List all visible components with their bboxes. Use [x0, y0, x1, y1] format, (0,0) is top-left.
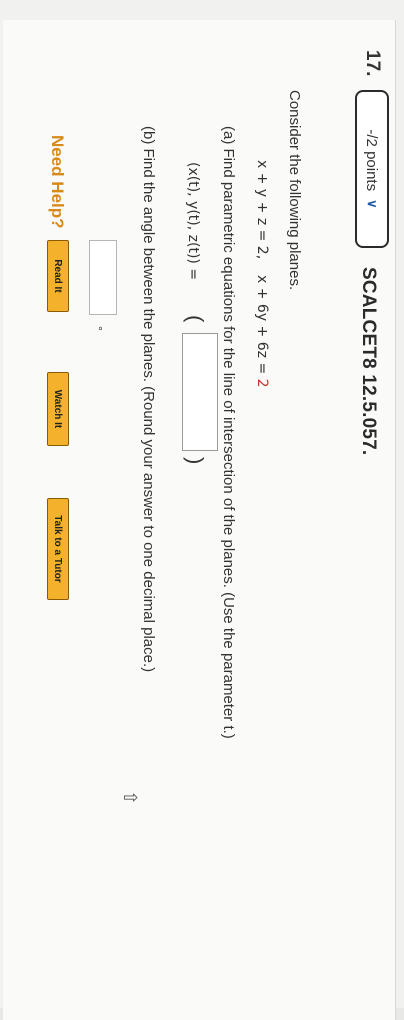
- intro-text: Consider the following planes.: [286, 90, 303, 291]
- points-dropdown[interactable]: -/2 points ∨: [355, 90, 389, 248]
- question-code: SCALCET8 12.5.057.: [358, 267, 379, 456]
- open-paren: (: [183, 315, 208, 323]
- mouse-cursor-icon: ⇧: [120, 790, 140, 806]
- need-help-label: Need Help?: [48, 135, 67, 229]
- plane-equation-2-rhs: 2: [254, 378, 270, 388]
- degree-symbol: °: [91, 326, 105, 331]
- read-it-button[interactable]: Read It: [47, 240, 69, 312]
- plane-equation-1: x + y + z = 2,: [254, 160, 270, 260]
- question-card: 17. -/2 points ∨ SCALCET8 12.5.057. Cons…: [3, 20, 396, 1020]
- rotated-page: 17. -/2 points ∨ SCALCET8 12.5.057. Cons…: [0, 0, 404, 1020]
- part-a-text: (a) Find parametric equations for the li…: [220, 126, 237, 739]
- vector-label: (x(t), y(t), z(t)) =: [185, 162, 201, 281]
- points-label: -/2 points: [363, 129, 381, 192]
- answer-input-a[interactable]: [182, 333, 218, 451]
- close-paren: ): [183, 457, 208, 465]
- watch-it-button[interactable]: Watch It: [47, 372, 69, 446]
- question-number: 17.: [362, 50, 383, 77]
- answer-input-b[interactable]: [89, 240, 117, 315]
- plane-equation-2-prefix: x + 6y + 6z =: [254, 275, 270, 379]
- talk-to-tutor-button[interactable]: Talk to a Tutor: [47, 498, 69, 600]
- plane-equation-2: x + 6y + 6z = 2: [254, 275, 270, 388]
- chevron-down-icon: ∨: [365, 199, 380, 209]
- part-b-text: (b) Find the angle between the planes. (…: [140, 126, 157, 673]
